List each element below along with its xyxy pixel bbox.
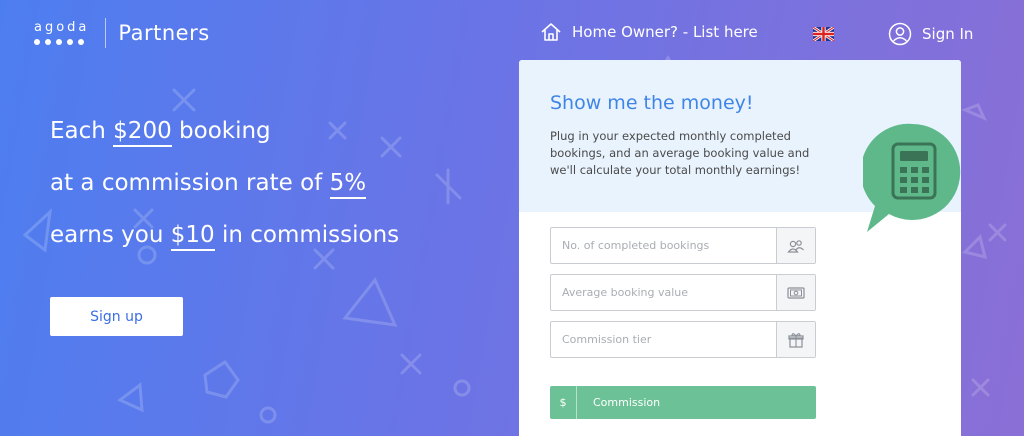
user-icon: [888, 22, 912, 46]
hero-line-3: earns you $10 in commissions: [50, 218, 399, 270]
currency-symbol: $: [550, 386, 577, 419]
commission-rate: 5%: [329, 170, 367, 199]
hero-text-segment: in commissions: [214, 222, 400, 248]
average-booking-value-input[interactable]: [551, 275, 776, 310]
home-owner-label: Home Owner? - List here: [572, 23, 758, 41]
people-icon: [776, 228, 815, 263]
calculator-icon: [863, 123, 961, 232]
hero-line-1: Each $200 booking: [50, 114, 399, 166]
language-selector[interactable]: [813, 27, 834, 41]
hero-line-2: at a commission rate of 5%: [50, 166, 399, 218]
logo-wordmark: agoda: [34, 20, 90, 35]
commission-label: Commission: [593, 396, 661, 409]
sign-in-link[interactable]: Sign In: [888, 22, 973, 46]
hero-text-segment: booking: [171, 118, 271, 144]
hero-text-segment: Each: [50, 118, 114, 144]
earnings-amount: $10: [170, 222, 215, 251]
hero-text: Each $200 booking at a commission rate o…: [50, 114, 399, 270]
sign-in-label: Sign In: [922, 25, 974, 43]
hero-text-segment: at a commission rate of: [50, 170, 330, 196]
calculator-description: Plug in your expected monthly completed …: [550, 129, 810, 177]
calculator-title: Show me the money!: [550, 92, 754, 114]
completed-bookings-field: [550, 227, 816, 264]
hero-text-segment: earns you: [50, 222, 171, 248]
money-icon: [776, 275, 815, 310]
logo-dots: [34, 39, 89, 45]
sign-up-button[interactable]: Sign up: [50, 297, 183, 336]
logo-divider: [105, 18, 107, 48]
logo-partners-label: Partners: [118, 21, 210, 45]
commission-tier-field: [550, 321, 816, 358]
average-booking-value-field: [550, 274, 816, 311]
uk-flag-icon: [813, 27, 834, 41]
agoda-logo: agoda: [34, 21, 89, 45]
agoda-partners-logo[interactable]: agoda Partners: [34, 18, 210, 48]
completed-bookings-input[interactable]: [551, 228, 776, 263]
booking-amount: $200: [113, 118, 172, 147]
gift-icon: [776, 322, 815, 357]
commission-tier-input[interactable]: [551, 322, 776, 357]
house-icon: [541, 23, 561, 41]
home-owner-link[interactable]: Home Owner? - List here: [540, 22, 758, 42]
commission-result-bar: $ Commission: [550, 386, 816, 419]
